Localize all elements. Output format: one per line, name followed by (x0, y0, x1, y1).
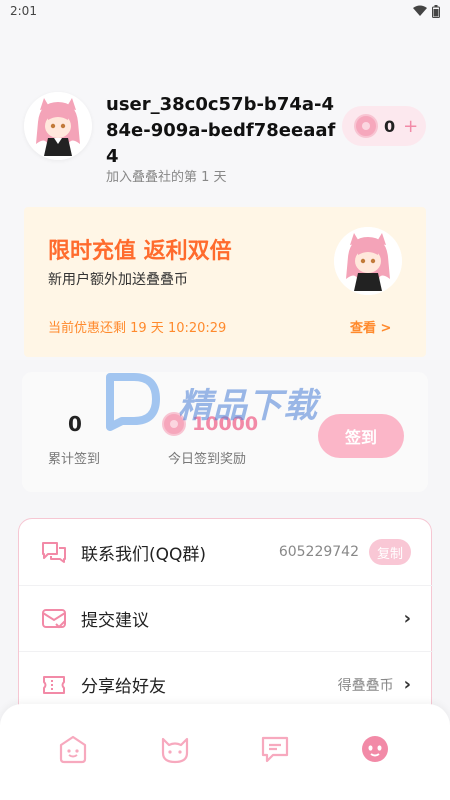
promo-view-link[interactable]: 查看 > (350, 317, 391, 336)
wifi-icon (413, 5, 427, 17)
status-bar: 2:01 (0, 0, 450, 22)
profile-face-icon (359, 733, 391, 769)
battery-icon (432, 4, 440, 18)
coin-count: 0 (384, 116, 396, 136)
username: user_38c0c57b-b74a-484e-909a-bedf78eeaaf… (106, 94, 336, 167)
nav-messages[interactable] (258, 734, 292, 768)
promo-title: 限时充值 返利双倍 (48, 239, 232, 264)
mail-check-icon (41, 606, 67, 632)
menu-item-feedback[interactable]: 提交建议 › (19, 585, 433, 651)
bottom-nav (0, 704, 450, 800)
chevron-right-icon: › (403, 608, 411, 629)
status-icons (413, 4, 440, 18)
promo-subtitle: 新用户额外加送叠叠币 (48, 272, 188, 288)
menu-card: 联系我们(QQ群) 605229742 复制 提交建议 › 分享给好友 得叠叠币… (18, 518, 433, 718)
menu-item-contact[interactable]: 联系我们(QQ群) 605229742 复制 (19, 519, 433, 585)
coin-icon (354, 114, 378, 138)
cat-face-icon (159, 733, 191, 769)
qq-group-number: 605229742 (278, 544, 359, 560)
home-face-icon (57, 733, 89, 769)
menu-item-label: 提交建议 (81, 611, 149, 631)
nav-community[interactable] (158, 734, 192, 768)
share-reward-text: 得叠叠币 (337, 677, 394, 694)
signin-reward-label: 今日签到奖励 (168, 452, 247, 467)
watermark-text: 精品下载 (178, 385, 318, 426)
promo-mascot-image (334, 227, 402, 295)
status-time: 2:01 (10, 4, 37, 18)
promo-card[interactable]: 限时充值 返利双倍 新用户额外加送叠叠币 当前优惠还剩 19 天 10:20:2… (24, 207, 426, 357)
ticket-icon (41, 672, 67, 698)
signin-total-label: 累计签到 (48, 452, 101, 467)
chevron-right-icon: › (403, 674, 411, 695)
menu-item-label: 分享给好友 (81, 677, 166, 697)
menu-item-label: 联系我们(QQ群) (81, 544, 207, 565)
copy-button[interactable]: 复制 (369, 539, 411, 565)
promo-countdown: 当前优惠还剩 19 天 10:20:29 (48, 321, 227, 336)
nav-profile[interactable] (358, 734, 392, 768)
add-coins-icon: + (403, 115, 419, 137)
message-icon (259, 733, 291, 769)
avatar[interactable] (24, 92, 92, 160)
nav-home[interactable] (56, 734, 90, 768)
chat-bubbles-icon (41, 539, 67, 565)
watermark-logo-icon (106, 373, 160, 431)
watermark: 精品下载 (100, 362, 350, 442)
signin-total-count: 0 (68, 412, 82, 436)
join-days-text: 加入叠叠社的第 1 天 (106, 170, 227, 185)
coin-balance-button[interactable]: 0 + (342, 106, 426, 146)
